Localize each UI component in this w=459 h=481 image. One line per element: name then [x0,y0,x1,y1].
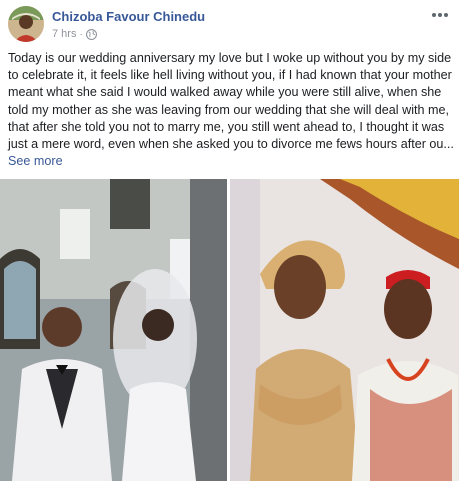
more-options-icon[interactable] [429,8,451,22]
photo-church-wedding[interactable] [0,179,227,481]
facebook-post: Chizoba Favour Chinedu 7 hrs · Today is … [0,0,459,481]
globe-icon [85,28,97,40]
post-body: Today is our wedding anniversary my love… [8,50,454,170]
author-name[interactable]: Chizoba Favour Chinedu [52,9,205,24]
post-photos [0,179,459,481]
meta-separator: · [79,28,83,40]
photo-traditional-wedding[interactable] [230,179,459,481]
see-more-link[interactable]: See more [8,154,63,168]
post-header: Chizoba Favour Chinedu 7 hrs · [0,0,459,45]
post-text: Today is our wedding anniversary my love… [8,51,454,152]
post-meta: 7 hrs · [52,28,97,40]
post-timestamp[interactable]: 7 hrs [52,28,76,40]
author-avatar[interactable] [8,6,44,42]
